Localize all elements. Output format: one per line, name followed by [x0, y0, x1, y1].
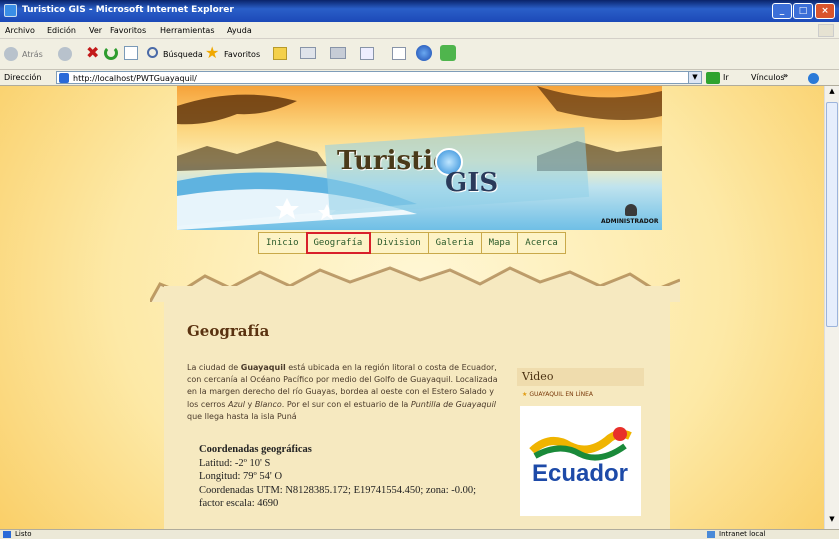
logo-text-top: Turistic: [337, 146, 449, 176]
scroll-up-arrow-icon[interactable]: ▲: [826, 87, 838, 99]
go-button[interactable]: Ir: [723, 73, 729, 82]
search-label[interactable]: Búsqueda: [163, 50, 203, 59]
nav-mapa[interactable]: Mapa: [482, 233, 519, 253]
search-icon[interactable]: [147, 47, 158, 58]
intranet-zone-icon: [707, 531, 715, 538]
links-chevron-icon[interactable]: »: [783, 71, 788, 80]
edit-icon[interactable]: [360, 47, 374, 60]
favorites-star-icon[interactable]: ★: [205, 43, 219, 62]
page-viewport: Turistic GIS ADMINISTRADOR Inicio Geogra…: [0, 86, 824, 529]
menu-bar: Archivo Edición Ver Favoritos Herramient…: [0, 22, 839, 39]
status-text: Listo: [15, 530, 32, 538]
brand-sun-icon: [613, 427, 627, 441]
coordinates-block: Coordenadas geográficas Latitud: -2º 10'…: [199, 443, 499, 511]
menu-ver[interactable]: Ver: [89, 26, 102, 35]
research-icon[interactable]: [440, 45, 456, 61]
nav-inicio[interactable]: Inicio: [259, 233, 307, 253]
cerro-blanco: Blanco: [254, 399, 282, 409]
text: y: [244, 399, 255, 409]
status-bar: Listo Intranet local: [0, 529, 839, 539]
close-button[interactable]: ×: [815, 3, 835, 19]
main-navigation: Inicio Geografía Division Galeria Mapa A…: [258, 232, 566, 254]
menu-archivo[interactable]: Archivo: [5, 26, 35, 35]
city-silhouette-left: [177, 141, 327, 171]
window-title: Turistico GIS - Microsoft Internet Explo…: [22, 5, 234, 15]
address-dropdown-icon[interactable]: ▼: [688, 72, 701, 83]
ecuador-wordmark: Ecuador: [532, 460, 629, 487]
discuss-icon[interactable]: [392, 47, 406, 60]
stop-icon[interactable]: ✖: [86, 45, 100, 61]
tree-branch-left: [177, 94, 297, 125]
home-icon[interactable]: [124, 46, 138, 60]
video-link-text[interactable]: GUAYAQUIL EN LÍNEA: [529, 391, 593, 398]
ie-icon: [4, 4, 17, 17]
back-label[interactable]: Atrás: [22, 50, 43, 59]
page-icon: [59, 73, 69, 83]
menu-herramientas[interactable]: Herramientas: [160, 26, 215, 35]
scroll-thumb[interactable]: [826, 102, 838, 327]
minimize-button[interactable]: _: [772, 3, 792, 19]
logo-text-bottom: GIS: [445, 168, 499, 198]
maximize-button[interactable]: □: [793, 3, 813, 19]
window-titlebar: Turistico GIS - Microsoft Internet Explo…: [0, 0, 839, 22]
admin-user-icon[interactable]: [625, 204, 637, 216]
address-input[interactable]: http://localhost/PWTGuayaquil/ ▼: [56, 71, 702, 84]
nav-acerca[interactable]: Acerca: [518, 233, 565, 253]
ecuador-banner-image[interactable]: Ecuador: [520, 406, 641, 516]
address-label: Dirección: [4, 73, 42, 82]
favorites-label[interactable]: Favoritos: [224, 50, 260, 59]
nav-galeria[interactable]: Galeria: [429, 233, 482, 253]
zone-text: Intranet local: [719, 530, 766, 538]
latitude: Latitud: -2º 10' S: [199, 457, 271, 469]
vertical-scrollbar[interactable]: ▲ ▼: [824, 86, 839, 529]
nav-division[interactable]: Division: [370, 233, 429, 253]
tree-branch-right: [537, 86, 662, 120]
video-sidebar: Video ★ GUAYAQUIL EN LÍNEA Ecuador: [517, 368, 644, 518]
admin-link[interactable]: ADMINISTRADOR: [601, 218, 658, 225]
links-label[interactable]: Vínculos: [751, 73, 785, 82]
address-url: http://localhost/PWTGuayaquil/: [73, 74, 197, 83]
video-link[interactable]: ★ GUAYAQUIL EN LÍNEA: [522, 391, 593, 398]
menu-favoritos[interactable]: Favoritos: [110, 26, 146, 35]
windows-logo-icon: [818, 24, 834, 37]
cerro-azul: Azul: [228, 399, 245, 409]
links-globe-icon[interactable]: [808, 73, 819, 84]
status-page-icon: [3, 531, 11, 538]
video-title: Video: [517, 368, 644, 386]
coordinates-heading: Coordenadas geográficas: [199, 444, 312, 455]
refresh-icon[interactable]: [104, 46, 118, 60]
description-paragraph: La ciudad de Guayaquil está ubicada en l…: [187, 362, 499, 423]
city-name: Guayaquil: [240, 363, 286, 372]
address-bar: Dirección http://localhost/PWTGuayaquil/…: [0, 70, 839, 86]
menu-ayuda[interactable]: Ayuda: [227, 26, 252, 35]
history-icon[interactable]: [273, 47, 287, 60]
page-title: Geografía: [187, 322, 270, 340]
back-arrow-icon[interactable]: [4, 47, 18, 61]
print-icon[interactable]: [330, 47, 346, 59]
text: . Por el sur con el estuario de la: [281, 399, 411, 409]
header-banner: Turistic GIS ADMINISTRADOR: [177, 86, 662, 230]
longitude: Longitud: 79º 54' O: [199, 471, 283, 482]
go-arrow-icon[interactable]: [706, 72, 720, 84]
utm-coordinates: Coordenadas UTM: N8128385.172; E19741554…: [199, 484, 477, 510]
mail-icon[interactable]: [300, 47, 316, 59]
star-bullet-icon: ★: [522, 391, 528, 398]
toolbar: Atrás ✖ Búsqueda ★ Favoritos: [0, 39, 839, 70]
scroll-down-arrow-icon[interactable]: ▼: [826, 515, 838, 527]
messenger-globe-icon[interactable]: [416, 45, 432, 61]
text: La ciudad de: [187, 363, 241, 372]
menu-edicion[interactable]: Edición: [47, 26, 76, 35]
nav-geografia[interactable]: Geografía: [305, 232, 372, 254]
text: que llega hasta la isla Puná: [187, 411, 297, 421]
puntilla: Puntilla de Guayaquil: [410, 399, 497, 409]
forward-arrow-icon[interactable]: [58, 47, 72, 61]
